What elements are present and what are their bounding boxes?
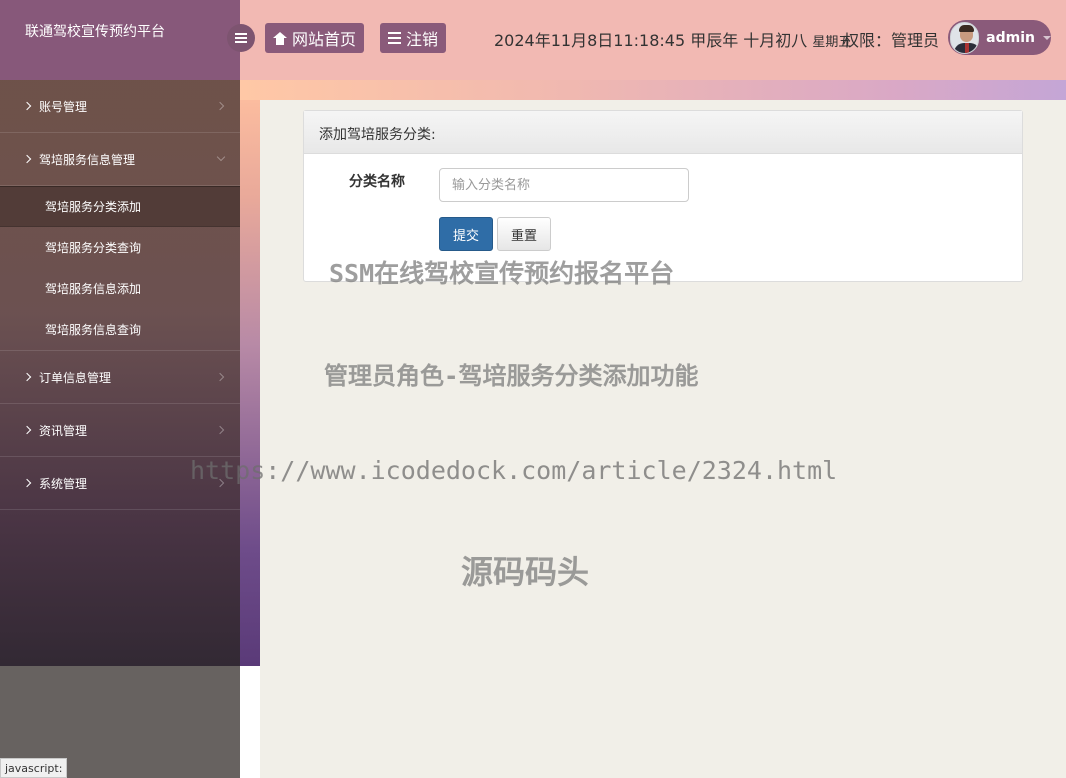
sidebar-item-news[interactable]: 资讯管理 (0, 404, 240, 457)
arrow-right-icon (215, 425, 225, 435)
username: admin (986, 29, 1035, 46)
arrow-right-icon (215, 101, 225, 111)
datetime-display: 2024年11月8日11:18:45 甲辰年 十月初八 星期五 (494, 27, 851, 51)
sidebar-item-label: 资讯管理 (39, 423, 88, 438)
avatar (950, 21, 980, 54)
sidebar-item-label: 订单信息管理 (39, 370, 112, 385)
chevron-right-icon (22, 154, 32, 164)
logout-button-label: 注销 (406, 30, 439, 49)
sidebar-subitem-info-query[interactable]: 驾培服务信息查询 (0, 309, 240, 350)
sidebar-item-label: 账号管理 (39, 99, 88, 114)
header-gradient-strip (240, 80, 1066, 100)
chevron-right-icon (22, 425, 32, 435)
watermark-title: SSM在线驾校宣传预约报名平台 (329, 259, 675, 288)
menu-icon (235, 33, 247, 43)
brand-title: 联通驾校宣传预约平台 (0, 0, 240, 80)
home-button[interactable]: 网站首页 (265, 23, 365, 53)
logout-button[interactable]: 注销 (380, 23, 447, 53)
sidebar-subitem-category-query[interactable]: 驾培服务分类查询 (0, 227, 240, 268)
panel-title: 添加驾培服务分类: (304, 111, 1022, 154)
watermark-url: https://www.icodedock.com/article/2324.h… (190, 456, 838, 485)
sidebar-item-account[interactable]: 账号管理 (0, 80, 240, 133)
sidebar-item-orders[interactable]: 订单信息管理 (0, 351, 240, 404)
chevron-right-icon (22, 101, 32, 111)
sidebar-submenu: 驾培服务分类添加 驾培服务分类查询 驾培服务信息添加 驾培服务信息查询 (0, 186, 240, 351)
sidebar-subitem-info-add[interactable]: 驾培服务信息添加 (0, 268, 240, 309)
arrow-right-icon (215, 372, 225, 382)
datetime-text: 2024年11月8日11:18:45 甲辰年 十月初八 (494, 31, 808, 50)
chevron-down-icon (1043, 35, 1051, 40)
home-icon (273, 31, 287, 45)
home-button-label: 网站首页 (292, 30, 357, 49)
role-text: 权限：管理员 (843, 31, 940, 50)
sidebar-item-service-info[interactable]: 驾培服务信息管理 (0, 133, 240, 186)
submit-button[interactable]: 提交 (439, 217, 493, 251)
category-name-label: 分类名称 (349, 174, 405, 190)
list-icon (388, 32, 401, 44)
chevron-right-icon (22, 372, 32, 382)
sidebar: 账号管理 驾培服务信息管理 驾培服务分类添加 驾培服务分类查询 驾培服务信息添加… (0, 80, 240, 666)
sidebar-subitem-category-add[interactable]: 驾培服务分类添加 (0, 186, 240, 227)
reset-button[interactable]: 重置 (497, 217, 551, 251)
user-menu[interactable]: admin (948, 20, 1051, 55)
category-name-input[interactable] (439, 168, 689, 202)
chevron-right-icon (22, 478, 32, 488)
watermark-brand: 源码码头 (461, 553, 590, 591)
watermark-subtitle: 管理员角色-驾培服务分类添加功能 (324, 362, 699, 390)
arrow-down-icon (216, 152, 226, 162)
sidebar-item-label: 驾培服务信息管理 (39, 152, 136, 167)
browser-status-bar: javascript: (0, 758, 68, 778)
sidebar-toggle-button[interactable] (227, 24, 255, 52)
sidebar-item-label: 系统管理 (39, 476, 88, 491)
